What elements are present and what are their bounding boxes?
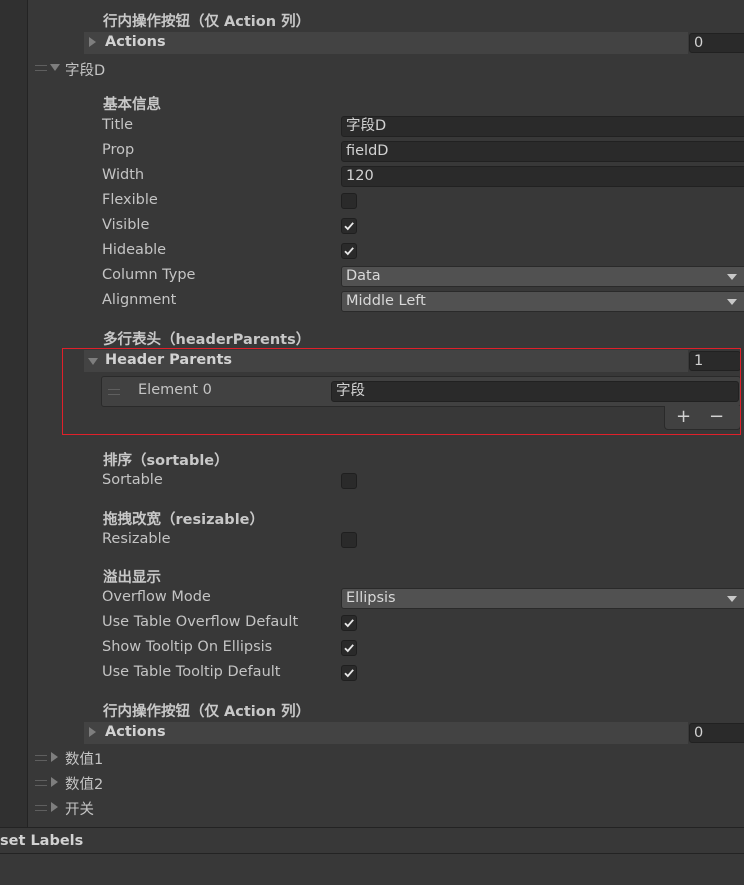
checkmark-icon xyxy=(344,669,354,678)
basic-info-title: 基本信息 xyxy=(103,97,161,113)
checkmark-icon xyxy=(344,619,354,628)
left-gutter xyxy=(0,0,28,827)
expand-arrow-icon[interactable] xyxy=(51,802,58,812)
bottom-empty-area xyxy=(0,854,744,885)
sortable-label: Sortable xyxy=(102,472,163,488)
resizable-checkbox[interactable] xyxy=(341,532,357,548)
labels-title: set Labels xyxy=(0,833,84,849)
resizable-label: Resizable xyxy=(102,531,171,547)
labels-foldout[interactable]: set Labels xyxy=(0,827,744,854)
prop-input[interactable]: fieldD xyxy=(341,141,744,162)
checkmark-icon xyxy=(344,644,354,653)
drag-handle-icon[interactable] xyxy=(35,805,47,811)
column-type-label: Column Type xyxy=(102,267,196,283)
use-table-overflow-checkbox[interactable] xyxy=(341,615,357,631)
column-type-value: Data xyxy=(346,268,381,284)
overflow-mode-value: Ellipsis xyxy=(346,590,396,606)
width-label: Width xyxy=(102,167,145,183)
checkmark-icon xyxy=(344,222,354,231)
visible-checkbox[interactable] xyxy=(341,218,357,234)
sortable-checkbox[interactable] xyxy=(341,473,357,489)
use-table-overflow-label: Use Table Overflow Default xyxy=(102,614,299,630)
expand-arrow-icon[interactable] xyxy=(51,752,58,762)
flexible-checkbox[interactable] xyxy=(341,193,357,209)
action-section-title: 行内操作按钮（仅 Action 列） xyxy=(103,704,311,720)
expand-arrow-icon xyxy=(89,727,96,737)
title-input[interactable]: 字段D xyxy=(341,116,744,137)
actions-foldout[interactable]: Actions xyxy=(84,722,688,744)
collapse-arrow-icon[interactable] xyxy=(50,64,60,71)
alignment-label: Alignment xyxy=(102,292,177,308)
drag-handle-icon[interactable] xyxy=(35,65,47,71)
drag-handle-icon[interactable] xyxy=(35,755,47,761)
flexible-label: Flexible xyxy=(102,192,158,208)
sortable-section-title: 排序（sortable） xyxy=(103,453,229,469)
dropdown-arrow-icon xyxy=(727,596,737,602)
top-actions-count-field[interactable]: 0 xyxy=(689,33,744,53)
width-input[interactable]: 120 xyxy=(341,166,744,187)
alignment-value: Middle Left xyxy=(346,293,426,309)
alignment-dropdown[interactable]: Middle Left xyxy=(341,291,744,312)
overflow-mode-label: Overflow Mode xyxy=(102,589,211,605)
dropdown-arrow-icon xyxy=(727,274,737,280)
top-action-section-title: 行内操作按钮（仅 Action 列） xyxy=(103,14,311,30)
use-table-tooltip-checkbox[interactable] xyxy=(341,665,357,681)
hideable-checkbox[interactable] xyxy=(341,243,357,259)
resizable-section-title: 拖拽改宽（resizable） xyxy=(103,512,264,528)
hideable-label: Hideable xyxy=(102,242,167,258)
highlight-box xyxy=(62,348,741,435)
field-d-label[interactable]: 字段D xyxy=(65,59,105,80)
prop-label: Prop xyxy=(102,142,135,158)
show-tooltip-checkbox[interactable] xyxy=(341,640,357,656)
checkmark-icon xyxy=(344,247,354,256)
show-tooltip-label: Show Tooltip On Ellipsis xyxy=(102,639,273,655)
column-type-dropdown[interactable]: Data xyxy=(341,266,744,287)
actions-count-field[interactable]: 0 xyxy=(689,723,744,743)
field-item-label[interactable]: 数值1 xyxy=(65,748,103,769)
field-item-label[interactable]: 开关 xyxy=(65,798,94,819)
expand-arrow-icon[interactable] xyxy=(51,777,58,787)
overflow-mode-dropdown[interactable]: Ellipsis xyxy=(341,588,744,609)
field-item-label[interactable]: 数值2 xyxy=(65,773,103,794)
actions-label: Actions xyxy=(105,724,166,740)
visible-label: Visible xyxy=(102,217,150,233)
top-actions-foldout[interactable]: Actions xyxy=(84,32,688,54)
expand-arrow-icon xyxy=(89,37,96,47)
title-label: Title xyxy=(102,117,134,133)
overflow-section-title: 溢出显示 xyxy=(103,570,161,586)
drag-handle-icon[interactable] xyxy=(35,780,47,786)
top-actions-label: Actions xyxy=(105,34,166,50)
use-table-tooltip-label: Use Table Tooltip Default xyxy=(102,664,281,680)
dropdown-arrow-icon xyxy=(727,299,737,305)
header-parents-section-title: 多行表头（headerParents） xyxy=(103,332,311,348)
